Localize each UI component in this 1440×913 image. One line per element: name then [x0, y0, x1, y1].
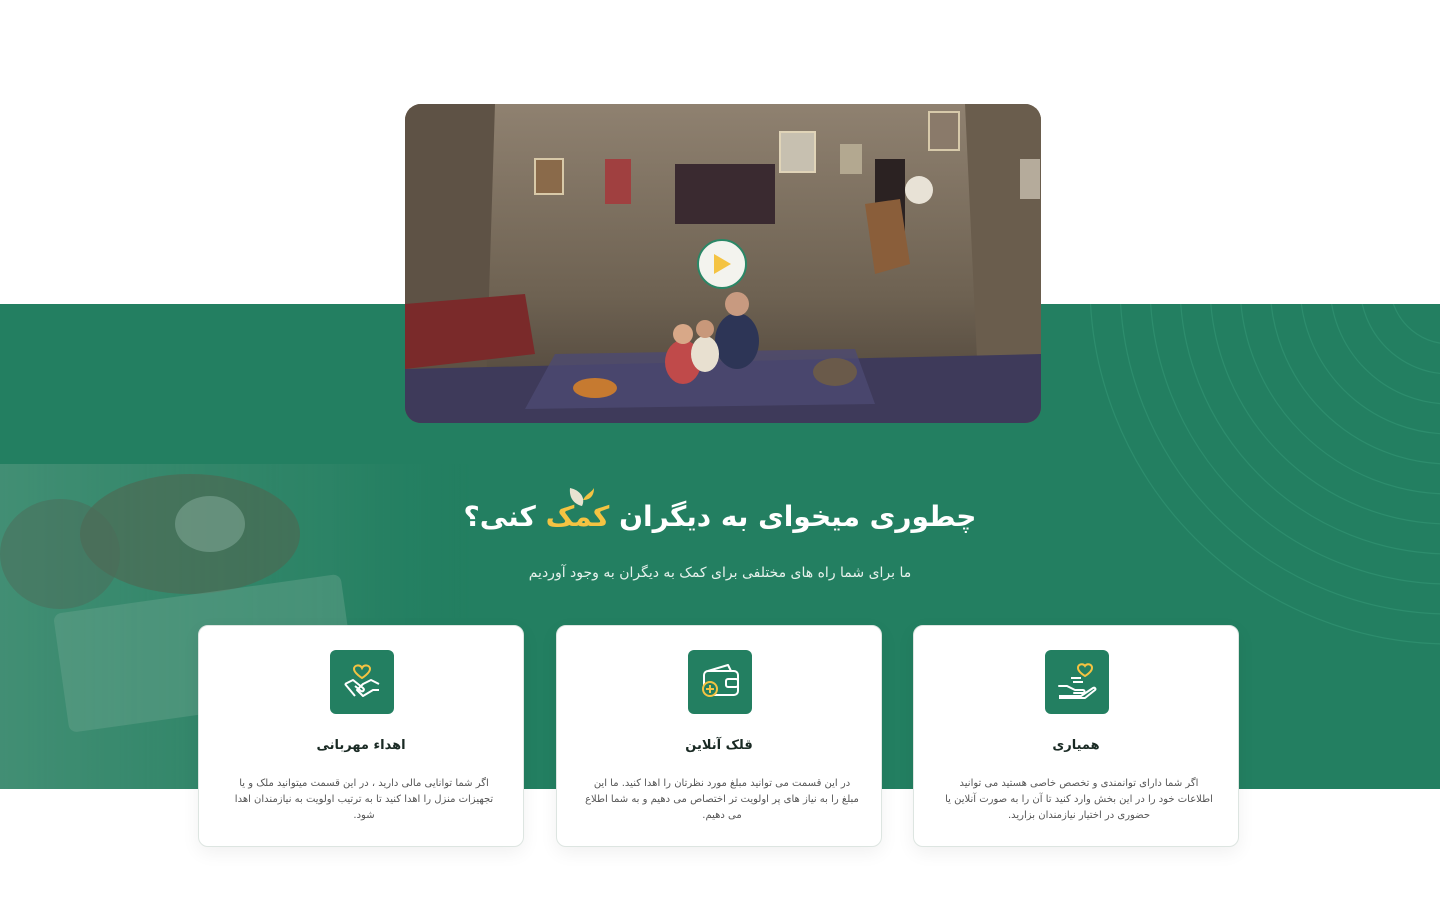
title-before: چطوری میخوای به دیگران — [619, 500, 977, 533]
card-hamyari[interactable]: همیاری اگر شما دارای توانمندی و تخصص خاص… — [913, 625, 1239, 847]
card-kindness-donation[interactable]: اهداء مهربانی اگر شما توانایی مالی دارید… — [198, 625, 524, 847]
card-description: در این قسمت می توانید مبلغ مورد نظرتان ر… — [585, 778, 859, 821]
card-icon-box — [330, 650, 394, 714]
card-description: اگر شما توانایی مالی دارید ، در این قسمت… — [234, 778, 494, 821]
handshake-heart-icon — [344, 664, 380, 697]
section-subtitle: ما برای شما راه های مختلفی برای کمک به د… — [528, 565, 912, 581]
play-button[interactable] — [697, 239, 747, 289]
wallet-plus-icon — [702, 664, 739, 697]
section-title: چطوری میخوای به دیگران کمک کنی؟ — [0, 500, 1440, 533]
card-icon-box — [1045, 650, 1109, 714]
play-icon — [714, 254, 731, 274]
title-accent: کمک — [545, 500, 610, 533]
card-icon-box — [688, 650, 752, 714]
card-online-piggybank[interactable]: قلک آنلاین در این قسمت می توانید مبلغ مو… — [556, 625, 882, 847]
card-title: همیاری — [1052, 738, 1100, 753]
title-after: کنی؟ — [463, 500, 536, 533]
hand-heart-icon — [1058, 663, 1097, 699]
card-title: اهداء مهربانی — [316, 738, 406, 753]
card-title: قلک آنلاین — [685, 738, 753, 753]
card-description: اگر شما دارای توانمندی و تخصص خاصی هستید… — [945, 778, 1213, 821]
